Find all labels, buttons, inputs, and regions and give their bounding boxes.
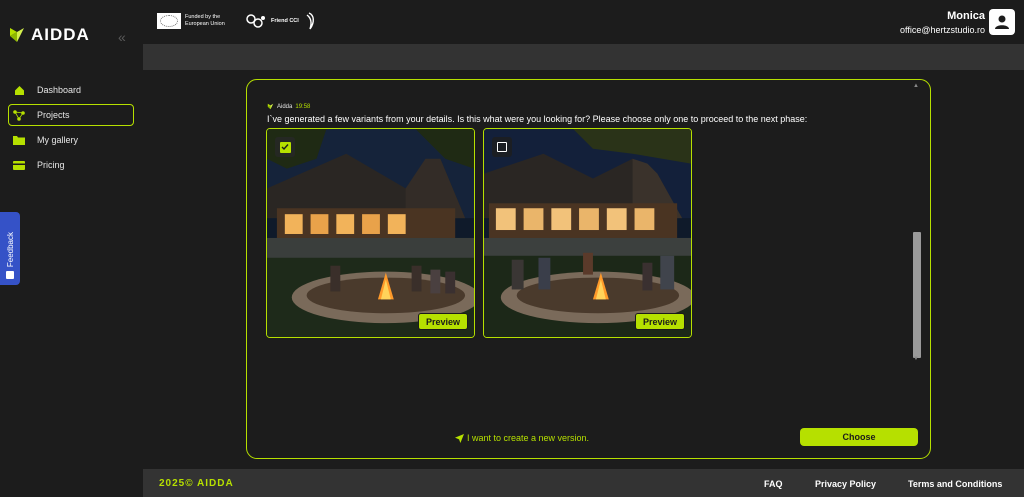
toolbar-strip xyxy=(143,44,1024,70)
variant-card-1[interactable]: Preview xyxy=(266,128,475,338)
empty-checkbox-icon xyxy=(497,142,507,152)
friend-cci-logo: Friend CCI xyxy=(271,12,316,30)
scroll-thumb[interactable] xyxy=(913,232,921,358)
aidda-avatar-icon xyxy=(267,103,274,110)
friend-cci-icon xyxy=(306,12,314,30)
sidebar-item-label: Dashboard xyxy=(37,85,82,95)
scroll-up-icon[interactable]: ▲ xyxy=(913,83,919,89)
sidebar-item-projects[interactable]: Projects xyxy=(8,104,134,126)
feedback-tab[interactable]: Feedback xyxy=(0,212,20,285)
avatar[interactable] xyxy=(989,9,1015,35)
footer-link-faq[interactable]: FAQ xyxy=(764,479,783,489)
user-icon xyxy=(995,15,1009,29)
partner-logo-icon xyxy=(245,12,267,35)
chat-panel: Aidda 19:58 I`ve generated a few variant… xyxy=(246,79,931,459)
send-icon xyxy=(455,433,464,443)
footer-link-privacy-policy[interactable]: Privacy Policy xyxy=(815,479,876,489)
feedback-label: Feedback xyxy=(5,231,15,267)
message-text: I`ve generated a few variants from your … xyxy=(267,114,808,124)
feedback-icon xyxy=(6,271,14,279)
message-sender: Aidda xyxy=(277,103,293,110)
variant-2-preview-button[interactable]: Preview xyxy=(634,313,685,330)
eu-funding-text: Funded by the European Union xyxy=(185,14,225,27)
user-email: office@hertzstudio.ro xyxy=(899,25,985,35)
card-icon xyxy=(13,159,25,171)
variant-1-preview-button[interactable]: Preview xyxy=(417,313,468,330)
collapse-sidebar-button[interactable]: « xyxy=(118,29,126,45)
new-version-label: I want to create a new version. xyxy=(467,433,590,443)
eu-flag-icon xyxy=(157,13,181,29)
variant-card-2[interactable]: Preview xyxy=(483,128,692,338)
aidda-logo-icon xyxy=(10,28,24,42)
choose-button[interactable]: Choose xyxy=(800,428,918,446)
message-time: 19:58 xyxy=(295,103,311,110)
header: Funded by the European Union Friend CCI … xyxy=(143,0,1024,44)
home-icon xyxy=(13,84,25,96)
sidebar-nav: Dashboard Projects My gallery Pricing xyxy=(8,79,134,179)
house-render-image xyxy=(267,129,474,337)
scroll-down-icon[interactable]: ▼ xyxy=(913,356,919,362)
copyright-text: 2025© AIDDA xyxy=(159,478,234,489)
sidebar-item-dashboard[interactable]: Dashboard xyxy=(8,79,134,101)
new-version-link[interactable]: I want to create a new version. xyxy=(455,433,589,443)
checkmark-icon xyxy=(279,141,291,153)
sidebar-item-label: Pricing xyxy=(37,160,65,170)
folder-icon xyxy=(13,134,25,146)
logo-text: AIDDA xyxy=(31,25,90,44)
chat-scrollbar[interactable]: ▲ ▼ xyxy=(912,83,922,365)
sidebar-item-label: My gallery xyxy=(37,135,79,145)
variant-1-checkbox[interactable] xyxy=(275,137,295,157)
message-meta: Aidda 19:58 xyxy=(267,103,310,110)
house-render-image xyxy=(484,129,691,337)
sidebar-item-my-gallery[interactable]: My gallery xyxy=(8,129,134,151)
sidebar-item-pricing[interactable]: Pricing xyxy=(8,154,134,176)
aidda-logo[interactable]: AIDDA xyxy=(8,25,90,45)
sidebar-item-label: Projects xyxy=(37,110,70,120)
user-name: Monica xyxy=(947,10,985,22)
projects-icon xyxy=(13,109,25,121)
footer: 2025© AIDDA FAQ Privacy Policy Terms and… xyxy=(143,469,1024,497)
sidebar: AIDDA « Dashboard Projects My gallery Pr xyxy=(0,0,143,497)
footer-link-terms[interactable]: Terms and Conditions xyxy=(908,479,1002,489)
friend-cci-text: Friend CCI xyxy=(271,18,299,24)
variant-2-checkbox[interactable] xyxy=(492,137,512,157)
